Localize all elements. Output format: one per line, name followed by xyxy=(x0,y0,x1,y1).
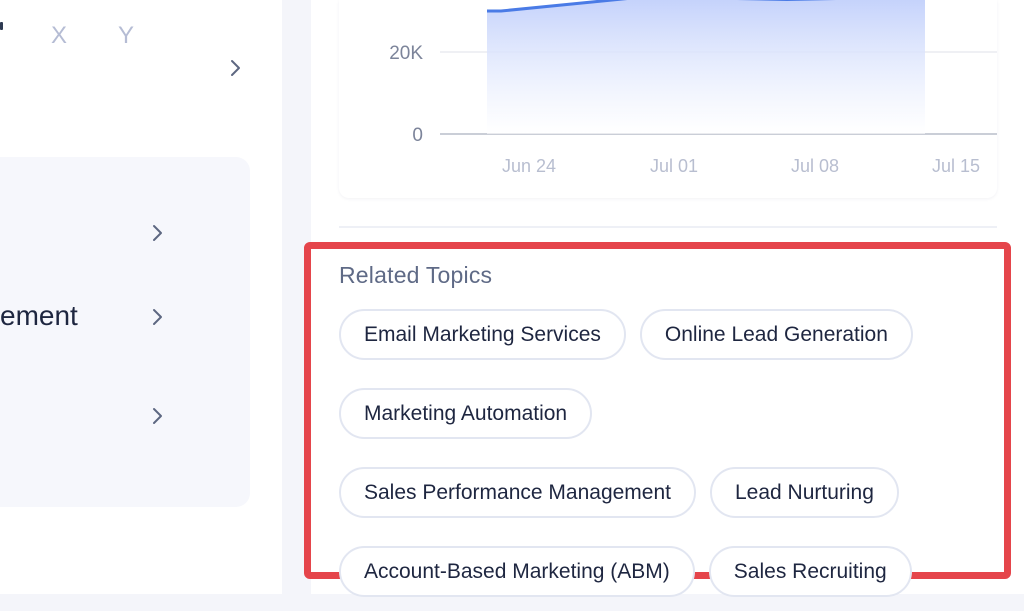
trend-chart-card: 0 20K Jun 24 Jul 01 Jul 08 Jul 15 xyxy=(339,0,997,198)
area-fill xyxy=(487,0,925,134)
section-divider xyxy=(339,226,997,228)
topic-chip[interactable]: Marketing Automation xyxy=(339,388,593,439)
chevron-right-icon[interactable] xyxy=(147,223,167,243)
topic-chip[interactable]: Online Lead Generation xyxy=(639,309,913,360)
chevron-right-icon[interactable] xyxy=(147,307,167,327)
left-pane: X Y ement xyxy=(0,0,282,594)
topic-chip[interactable]: Email Marketing Services xyxy=(339,309,626,360)
x-tick-label: Jul 08 xyxy=(791,156,839,176)
topic-detail-panel: 0 20K Jun 24 Jul 01 Jul 08 Jul 15 Related Top… xyxy=(304,0,1024,597)
x-tick-label: Jul 01 xyxy=(650,156,698,176)
category-item-label[interactable]: ement xyxy=(0,300,78,332)
category-list-card xyxy=(0,157,250,507)
topic-chip[interactable]: Account-Based Marketing (ABM) xyxy=(339,546,695,597)
related-topics-title: Related Topics xyxy=(339,262,493,288)
chevron-right-icon[interactable] xyxy=(147,406,167,426)
topic-chip[interactable]: Sales Recruiting xyxy=(708,546,912,597)
trend-chart: 0 20K Jun 24 Jul 01 Jul 08 Jul 15 xyxy=(389,0,997,176)
related-topics-list: Email Marketing Services Online Lead Gene… xyxy=(339,309,979,611)
x-tick-label: Jul 15 xyxy=(932,156,980,176)
alphabet-letter-y[interactable]: Y xyxy=(118,22,134,50)
y-tick-label: 0 xyxy=(412,125,423,146)
letter-fragment xyxy=(0,22,3,30)
topic-chip[interactable]: Sales Performance Management xyxy=(339,467,696,518)
y-tick-label: 20K xyxy=(389,43,423,64)
x-tick-label: Jun 24 xyxy=(502,156,556,176)
topic-chip[interactable]: Lead Nurturing xyxy=(710,467,899,518)
chevron-right-icon[interactable] xyxy=(225,58,245,78)
alphabet-letter-x[interactable]: X xyxy=(51,22,67,50)
